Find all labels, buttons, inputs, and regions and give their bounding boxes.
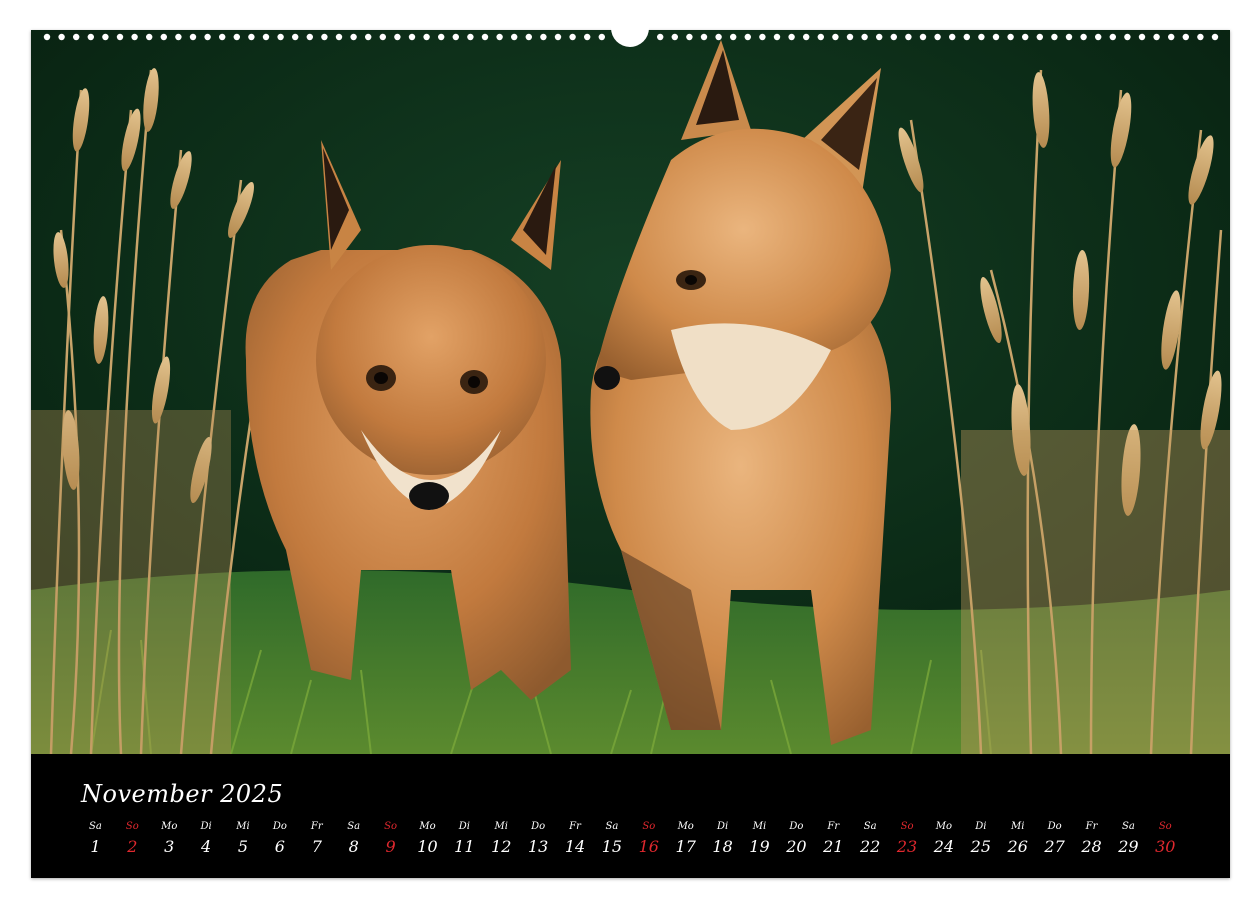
weekday-label: Fr bbox=[1085, 821, 1098, 832]
calendar-day: Mi 5 bbox=[225, 820, 262, 858]
calendar-day: Sa 15 bbox=[593, 820, 630, 858]
day-number: 16 bbox=[638, 837, 659, 856]
weekday-label: Di bbox=[975, 821, 987, 832]
day-number: 29 bbox=[1118, 837, 1139, 856]
day-number: 28 bbox=[1081, 837, 1102, 856]
weekday-label: So bbox=[125, 821, 139, 832]
month-title: November 2025 bbox=[81, 780, 284, 808]
calendar-day: Di 18 bbox=[704, 820, 741, 858]
calendar-day: Mo 24 bbox=[925, 820, 962, 858]
calendar-day: Sa 8 bbox=[335, 820, 372, 858]
calendar-day: So 9 bbox=[372, 820, 409, 858]
weekday-label: Sa bbox=[1121, 821, 1135, 832]
weekday-label: Di bbox=[716, 821, 729, 832]
calendar-day: Sa 1 bbox=[77, 820, 114, 858]
calendar-day: Do 27 bbox=[1036, 820, 1073, 858]
day-number: 18 bbox=[712, 837, 733, 856]
weekday-label: So bbox=[900, 821, 914, 832]
day-number: 26 bbox=[1007, 837, 1028, 856]
day-number: 6 bbox=[274, 837, 285, 856]
calendar-day: Do 6 bbox=[261, 820, 298, 858]
day-number: 17 bbox=[675, 837, 696, 856]
calendar-day: Fr 21 bbox=[815, 820, 852, 858]
day-number: 23 bbox=[896, 837, 918, 856]
day-number: 14 bbox=[564, 837, 586, 856]
day-number: 19 bbox=[749, 837, 770, 856]
calendar-day: Do 20 bbox=[778, 820, 815, 858]
day-number: 9 bbox=[385, 837, 396, 856]
day-number: 2 bbox=[127, 837, 138, 856]
weekday-label: Do bbox=[272, 821, 287, 832]
calendar-day: So 30 bbox=[1147, 820, 1184, 858]
weekday-label: So bbox=[1158, 821, 1172, 832]
day-number: 10 bbox=[417, 837, 438, 856]
calendar-day: Do 13 bbox=[520, 820, 557, 858]
weekday-label: Mo bbox=[935, 821, 953, 832]
calendar-strip: November 2025 Sa 1 So 2 Mo 3 Di 4 Mi 5 Do 6 Fr 7 Sa 8 So… bbox=[31, 754, 1230, 878]
calendar-sheet: November 2025 Sa 1 So 2 Mo 3 Di 4 Mi 5 Do 6 Fr 7 Sa 8 So… bbox=[31, 30, 1230, 878]
weekday-label: Di bbox=[200, 821, 212, 832]
weekday-label: Do bbox=[789, 821, 804, 832]
day-number: 22 bbox=[859, 837, 881, 856]
day-number: 1 bbox=[90, 837, 101, 856]
day-row: Sa 1 So 2 Mo 3 Di 4 Mi 5 Do 6 Fr 7 Sa 8 So 9 Mo 10 Di 11 Mi 12 D… bbox=[77, 820, 1184, 858]
calendar-day: So 16 bbox=[630, 820, 667, 858]
calendar-day: Mi 19 bbox=[741, 820, 778, 858]
weekday-label: Sa bbox=[863, 821, 877, 832]
fox-cubs-illustration bbox=[31, 30, 1230, 754]
day-number: 3 bbox=[164, 837, 175, 856]
day-number: 7 bbox=[311, 837, 322, 856]
weekday-label: Mo bbox=[677, 821, 694, 832]
weekday-label: Do bbox=[531, 821, 546, 832]
weekday-label: So bbox=[384, 821, 397, 832]
weekday-label: Mo bbox=[161, 821, 178, 832]
calendar-day: So 23 bbox=[889, 820, 926, 858]
weekday-label: Mi bbox=[236, 821, 250, 832]
fox-cubs-photo bbox=[31, 30, 1230, 754]
day-number: 11 bbox=[454, 837, 475, 856]
day-number: 15 bbox=[601, 837, 623, 856]
weekday-label: Mi bbox=[494, 821, 508, 832]
weekday-label: Fr bbox=[827, 821, 840, 832]
calendar-day: Mo 3 bbox=[151, 820, 188, 858]
day-number: 13 bbox=[527, 837, 549, 856]
calendar-day: Sa 22 bbox=[852, 820, 889, 858]
calendar-day: Mo 17 bbox=[667, 820, 704, 858]
calendar-day: Fr 14 bbox=[557, 820, 594, 858]
day-number: 5 bbox=[237, 837, 249, 856]
weekday-label: Sa bbox=[605, 821, 619, 832]
weekday-label: Mi bbox=[1010, 821, 1025, 832]
weekday-label: So bbox=[642, 821, 656, 832]
weekday-label: Di bbox=[458, 821, 470, 832]
day-number: 30 bbox=[1155, 837, 1176, 856]
day-number: 27 bbox=[1044, 837, 1065, 856]
weekday-label: Sa bbox=[347, 821, 361, 832]
calendar-day: Di 4 bbox=[188, 820, 225, 858]
calendar-day: Di 25 bbox=[962, 820, 999, 858]
weekday-label: Sa bbox=[89, 821, 102, 832]
weekday-label: Fr bbox=[310, 821, 323, 832]
calendar-day: Mi 12 bbox=[483, 820, 520, 858]
weekday-label: Mi bbox=[752, 821, 767, 832]
calendar-day: Di 11 bbox=[446, 820, 483, 858]
day-number: 20 bbox=[786, 837, 807, 856]
day-number: 24 bbox=[933, 837, 955, 856]
day-number: 8 bbox=[348, 837, 359, 856]
weekday-label: Fr bbox=[569, 821, 581, 832]
calendar-day: So 2 bbox=[114, 820, 151, 858]
calendar-day: Mo 10 bbox=[409, 820, 446, 858]
calendar-day: Fr 7 bbox=[298, 820, 335, 858]
weekday-label: Do bbox=[1047, 821, 1062, 832]
calendar-day: Sa 29 bbox=[1110, 820, 1147, 858]
day-number: 12 bbox=[491, 837, 512, 856]
calendar-day: Mi 26 bbox=[999, 820, 1036, 858]
day-number: 21 bbox=[823, 837, 844, 856]
calendar-day: Fr 28 bbox=[1073, 820, 1110, 858]
day-number: 4 bbox=[201, 837, 212, 856]
weekday-label: Mo bbox=[419, 821, 436, 832]
day-number: 25 bbox=[970, 837, 991, 856]
